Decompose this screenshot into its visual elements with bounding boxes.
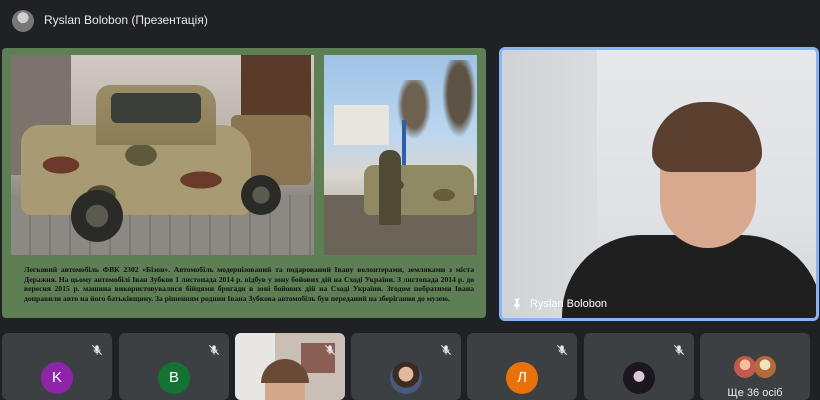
participant-tile[interactable] [584, 333, 694, 400]
pin-icon[interactable] [510, 297, 524, 311]
more-participants-label: Ще 36 осіб [727, 387, 783, 399]
main-speaker-tile[interactable]: Ryslan Bolobon [499, 47, 819, 321]
mic-off-icon [556, 344, 568, 356]
presenter-bar: Ryslan Bolobon (Презентація) [0, 0, 820, 40]
mic-off-icon [440, 344, 452, 356]
presenter-title: Ryslan Bolobon (Презентація) [44, 13, 208, 27]
presenter-avatar [12, 10, 34, 32]
speaker-label: Ryslan Bolobon [510, 297, 607, 311]
avatar: B [158, 362, 190, 394]
avatar [754, 356, 776, 378]
avatar [623, 362, 655, 394]
mic-off-icon [673, 344, 685, 356]
mic-off-icon [324, 344, 336, 356]
speaker-name: Ryslan Bolobon [530, 298, 608, 310]
participant-tile[interactable] [351, 333, 461, 400]
vehicle-photo-museum [11, 55, 314, 255]
participant-tile[interactable]: K [2, 333, 112, 400]
participant-tile[interactable]: Л [467, 333, 577, 400]
participant-video-tile[interactable] [235, 333, 345, 400]
avatar [390, 362, 422, 394]
vehicle-photo-field [324, 55, 477, 255]
avatar: K [41, 362, 73, 394]
mic-off-icon [208, 344, 220, 356]
avatar: Л [506, 362, 538, 394]
slide-caption: Легковий автомобіль ФВК 2302 «Бізон». Ав… [24, 265, 474, 303]
avatar [734, 356, 756, 378]
more-participants-tile[interactable]: Ще 36 осіб [700, 333, 810, 400]
participant-tile[interactable]: B [119, 333, 229, 400]
mic-off-icon [91, 344, 103, 356]
presentation-slide: Легковий автомобіль ФВК 2302 «Бізон». Ав… [2, 48, 486, 318]
